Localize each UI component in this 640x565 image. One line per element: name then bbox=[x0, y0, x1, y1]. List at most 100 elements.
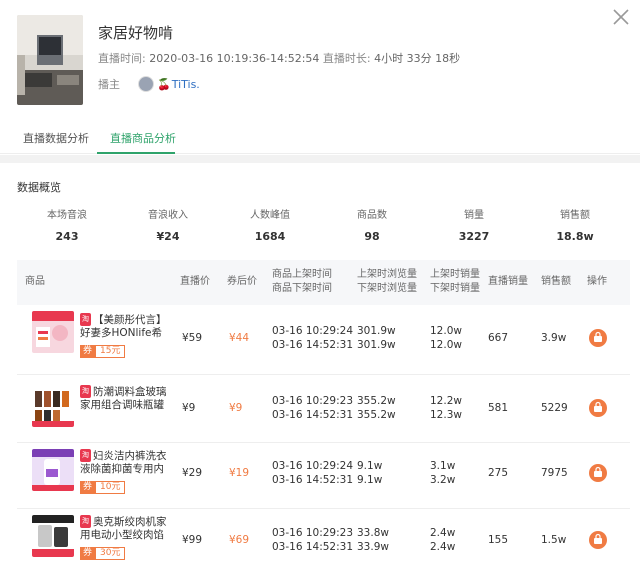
revenue: 7975 bbox=[541, 467, 568, 479]
stat-sales-volume: 销量 3227 bbox=[419, 206, 529, 243]
time-on: 03-16 10:29:23 bbox=[272, 527, 354, 539]
table-row: 淘防潮调料盒玻璃家用组合调味瓶罐子... ¥9 ¥9 03-16 10:29:2… bbox=[17, 375, 630, 443]
col-sales-on: 上架时销量 bbox=[430, 269, 480, 280]
table-row: 淘妇炎洁内裤洗衣液除菌抑菌专用内衣... 券 10元 ¥29 ¥19 03-16… bbox=[17, 443, 630, 509]
active-tab-indicator bbox=[97, 152, 175, 154]
coupon-amount: 10元 bbox=[95, 481, 126, 494]
revenue: 5229 bbox=[541, 402, 568, 414]
live-sales: 275 bbox=[488, 467, 509, 479]
host-info: 播主 🍒 TiTis. bbox=[98, 76, 200, 92]
live-time-value: 2020-03-16 10:19:36-14:52:54 bbox=[149, 52, 320, 65]
col-live-price: 直播价 bbox=[180, 276, 210, 287]
views-on: 9.1w bbox=[357, 460, 383, 472]
product-image[interactable] bbox=[32, 515, 74, 557]
live-duration-value: 4小时 33分 18秒 bbox=[374, 52, 461, 65]
tab-live-product-analysis[interactable]: 直播商品分析 bbox=[110, 130, 176, 146]
stat-total-sound-wave: 本场音浪 243 bbox=[12, 206, 122, 243]
stat-label: 销售额 bbox=[560, 210, 590, 221]
live-title: 家居好物啃 bbox=[98, 24, 174, 42]
stat-value: 3227 bbox=[458, 230, 490, 243]
time-off: 03-16 14:52:31 bbox=[272, 474, 354, 486]
after-coupon-price: ¥44 bbox=[229, 332, 250, 344]
stat-label: 销量 bbox=[464, 210, 484, 221]
sales-on: 12.2w bbox=[430, 395, 462, 407]
product-name-text: 【美颜彤代言】好妻多HONlife希亚籽... bbox=[80, 314, 167, 339]
product-image[interactable] bbox=[32, 449, 74, 491]
col-sales-off: 下架时销量 bbox=[430, 283, 480, 294]
product-name[interactable]: 淘奥克斯绞肉机家用电动小型绞肉馅机... bbox=[80, 515, 172, 541]
taobao-badge-icon: 淘 bbox=[80, 449, 91, 462]
views-off: 355.2w bbox=[357, 409, 396, 421]
tab-live-data-analysis[interactable]: 直播数据分析 bbox=[23, 130, 89, 146]
product-table-header: 商品 直播价 券后价 商品上架时间 商品下架时间 上架时浏览量 下架时浏览量 上… bbox=[17, 260, 630, 305]
views-on: 33.8w bbox=[357, 527, 389, 539]
live-sales: 155 bbox=[488, 534, 509, 546]
stat-label: 商品数 bbox=[357, 210, 387, 221]
sales-on: 12.0w bbox=[430, 325, 462, 337]
col-live-sales: 直播销量 bbox=[488, 276, 528, 287]
live-sales: 667 bbox=[488, 332, 509, 344]
views-on: 301.9w bbox=[357, 325, 396, 337]
taobao-badge-icon: 淘 bbox=[80, 385, 91, 398]
col-time-off: 商品下架时间 bbox=[272, 283, 332, 294]
sales-off: 12.3w bbox=[430, 409, 462, 421]
close-icon[interactable] bbox=[610, 6, 632, 28]
stat-value: 1684 bbox=[254, 230, 286, 243]
coupon-prefix: 券 bbox=[80, 481, 96, 494]
live-price: ¥29 bbox=[182, 467, 203, 479]
live-cover-image bbox=[17, 15, 83, 105]
after-coupon-price: ¥9 bbox=[229, 402, 243, 414]
time-on: 03-16 10:29:24 bbox=[272, 460, 354, 472]
stat-peak-viewers: 人数峰值 1684 bbox=[215, 206, 325, 243]
sales-off: 3.2w bbox=[430, 474, 456, 486]
product-name[interactable]: 淘【美颜彤代言】好妻多HONlife希亚籽... bbox=[80, 313, 172, 339]
views-off: 33.9w bbox=[357, 541, 389, 553]
bag-icon[interactable] bbox=[589, 531, 607, 549]
taobao-badge-icon: 淘 bbox=[80, 313, 91, 326]
bag-icon[interactable] bbox=[589, 464, 607, 482]
product-name[interactable]: 淘妇炎洁内裤洗衣液除菌抑菌专用内衣... bbox=[80, 449, 172, 475]
table-row: 淘【美颜彤代言】好妻多HONlife希亚籽... 券 15元 ¥59 ¥44 0… bbox=[17, 305, 630, 375]
live-sales: 581 bbox=[488, 402, 509, 414]
stat-label: 本场音浪 bbox=[47, 210, 87, 221]
stat-value: 18.8w bbox=[556, 230, 594, 243]
views-on: 355.2w bbox=[357, 395, 396, 407]
product-name-text: 妇炎洁内裤洗衣液除菌抑菌专用内衣... bbox=[80, 450, 167, 475]
views-off: 301.9w bbox=[357, 339, 396, 351]
time-off: 03-16 14:52:31 bbox=[272, 541, 354, 553]
sales-off: 12.0w bbox=[430, 339, 462, 351]
coupon-tag: 券 15元 bbox=[80, 345, 126, 358]
bag-icon[interactable] bbox=[589, 399, 607, 417]
col-action: 操作 bbox=[587, 276, 607, 287]
product-name[interactable]: 淘防潮调料盒玻璃家用组合调味瓶罐子... bbox=[80, 385, 172, 411]
cherry-icon: 🍒 bbox=[157, 77, 171, 91]
views-off: 9.1w bbox=[357, 474, 383, 486]
stat-sound-wave-income: 音浪收入 ¥24 bbox=[113, 206, 223, 243]
live-price: ¥99 bbox=[182, 534, 203, 546]
stat-value: 98 bbox=[364, 230, 380, 243]
stat-sales-revenue: 销售额 18.8w bbox=[520, 206, 630, 243]
live-duration-label: 直播时长: bbox=[322, 52, 371, 65]
overview-title: 数据概览 bbox=[17, 181, 61, 194]
table-row: 淘奥克斯绞肉机家用电动小型绞肉馅机... 券 30元 ¥99 ¥69 03-16… bbox=[17, 509, 630, 565]
product-name-text: 奥克斯绞肉机家用电动小型绞肉馅机... bbox=[80, 516, 167, 541]
col-views-off: 下架时浏览量 bbox=[357, 283, 417, 294]
host-avatar[interactable] bbox=[138, 76, 154, 92]
bag-icon[interactable] bbox=[589, 329, 607, 347]
time-on: 03-16 10:29:24 bbox=[272, 325, 354, 337]
stat-value: 243 bbox=[55, 230, 79, 243]
product-image[interactable] bbox=[32, 385, 74, 427]
taobao-badge-icon: 淘 bbox=[80, 515, 91, 528]
after-coupon-price: ¥19 bbox=[229, 467, 250, 479]
after-coupon-price: ¥69 bbox=[229, 534, 250, 546]
stat-label: 音浪收入 bbox=[148, 210, 188, 221]
revenue: 1.5w bbox=[541, 534, 567, 546]
stat-label: 人数峰值 bbox=[250, 210, 290, 221]
live-session-header: 家居好物啃 直播时间: 2020-03-16 10:19:36-14:52:54… bbox=[0, 0, 640, 118]
time-off: 03-16 14:52:31 bbox=[272, 339, 354, 351]
host-name-link[interactable]: TiTis. bbox=[172, 78, 200, 91]
tab-bar: 直播数据分析 直播商品分析 bbox=[0, 118, 640, 154]
sales-off: 2.4w bbox=[430, 541, 456, 553]
product-image[interactable] bbox=[32, 311, 74, 353]
live-time-label: 直播时间: bbox=[98, 52, 146, 65]
